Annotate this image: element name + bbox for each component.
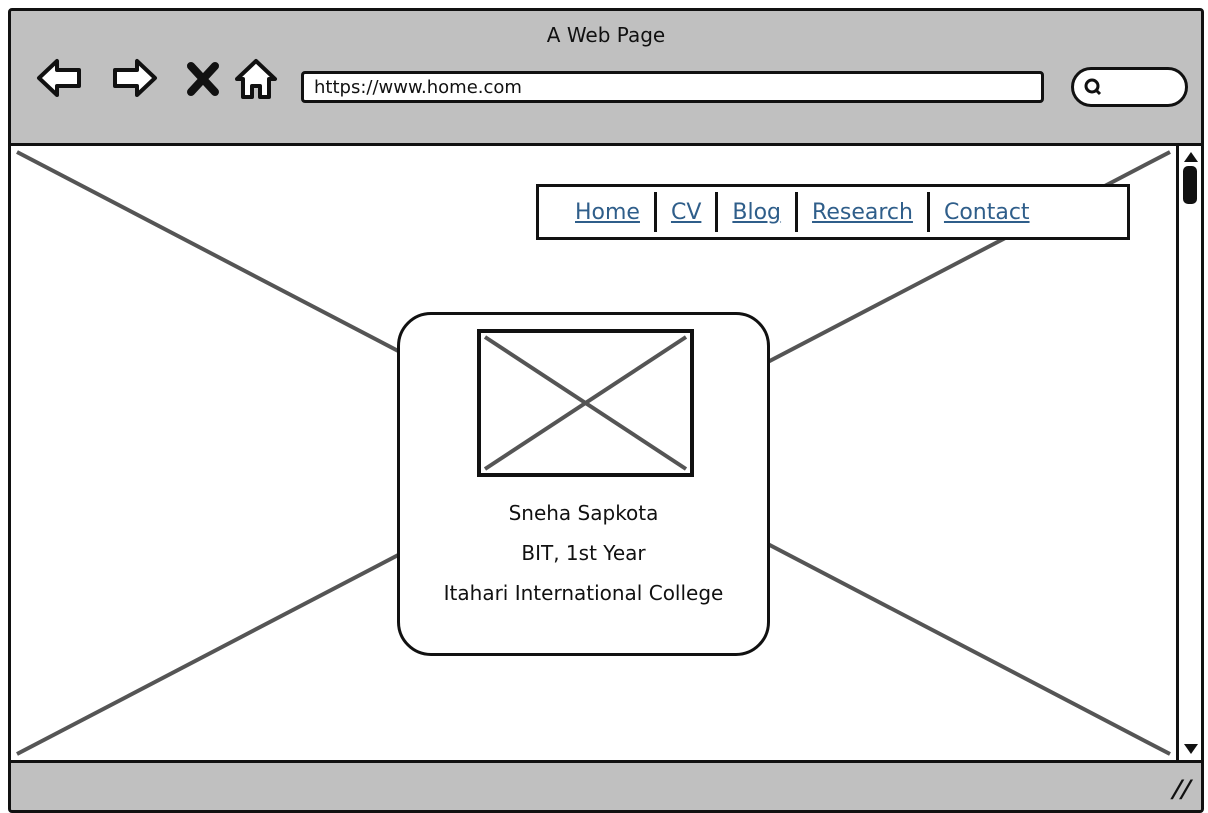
nav-link-blog[interactable]: Blog xyxy=(732,200,781,225)
scroll-up-icon[interactable] xyxy=(1181,149,1201,165)
forward-icon xyxy=(113,59,157,97)
nav-divider xyxy=(926,192,930,232)
image-placeholder-icon xyxy=(483,335,688,471)
site-navbar: Home CV Blog Research Contact xyxy=(536,184,1130,240)
page-viewport: Home CV Blog Research Contact Sneha Sapk… xyxy=(11,143,1176,763)
nav-link-research[interactable]: Research xyxy=(812,200,913,225)
profile-photo xyxy=(477,329,694,477)
home-button[interactable] xyxy=(231,53,281,103)
scroll-down-icon[interactable] xyxy=(1181,741,1201,757)
nav-divider xyxy=(715,192,719,232)
nav-divider xyxy=(653,192,657,232)
nav-link-contact[interactable]: Contact xyxy=(944,200,1030,225)
vertical-scrollbar[interactable] xyxy=(1176,143,1201,763)
profile-college: Itahari International College xyxy=(443,581,724,605)
forward-button[interactable] xyxy=(109,53,159,103)
scroll-thumb[interactable] xyxy=(1183,166,1197,204)
profile-name: Sneha Sapkota xyxy=(508,501,659,525)
browser-titlebar: A Web Page xyxy=(11,11,1201,143)
nav-link-home[interactable]: Home xyxy=(575,200,640,225)
window-title: A Web Page xyxy=(546,23,666,47)
profile-program: BIT, 1st Year xyxy=(521,541,646,565)
stop-icon xyxy=(187,62,219,96)
browser-window: A Web Page https://www.home.com Home CV … xyxy=(8,8,1204,813)
profile-card: Sneha Sapkota BIT, 1st Year Itahari Inte… xyxy=(397,312,770,656)
back-button[interactable] xyxy=(35,53,85,103)
search-field[interactable] xyxy=(1071,67,1188,107)
status-bar: // xyxy=(11,763,1201,810)
stop-button[interactable] xyxy=(183,53,223,103)
back-icon xyxy=(37,59,81,97)
resize-grip-icon[interactable]: // xyxy=(1170,775,1195,803)
search-icon xyxy=(1084,78,1102,96)
nav-divider xyxy=(795,192,799,232)
home-icon xyxy=(235,59,277,99)
url-input[interactable] xyxy=(301,71,1044,103)
nav-link-cv[interactable]: CV xyxy=(671,200,701,225)
